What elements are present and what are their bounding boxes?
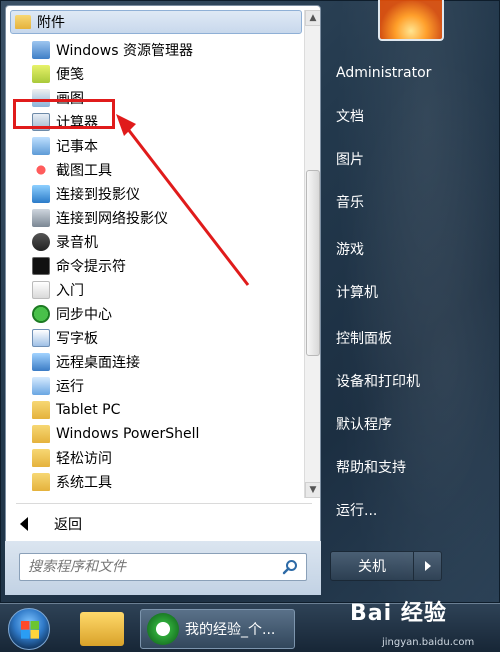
right-pane-item[interactable]: 控制面板 <box>336 326 392 350</box>
program-item-label: 远程桌面连接 <box>56 355 140 371</box>
program-item[interactable]: 命令提示符 <box>32 254 302 278</box>
right-pane-item[interactable]: 设备和打印机 <box>336 369 420 393</box>
program-item[interactable]: 入门 <box>32 278 302 302</box>
program-item-label: 截图工具 <box>56 163 112 179</box>
program-item-label: 轻松访问 <box>56 451 112 467</box>
program-item-label: 连接到网络投影仪 <box>56 211 168 227</box>
right-pane-item[interactable]: 音乐 <box>336 190 364 214</box>
baidu-watermark-url: jingyan.baidu.com <box>382 637 475 648</box>
program-item[interactable]: 系统工具 <box>32 470 302 494</box>
program-item[interactable]: Windows PowerShell <box>32 422 302 446</box>
remote-desktop-icon <box>32 353 50 371</box>
chevron-right-icon <box>424 561 431 571</box>
program-item[interactable]: 截图工具 <box>32 158 302 182</box>
explorer-icon <box>32 41 50 59</box>
program-item[interactable]: 运行 <box>32 374 302 398</box>
sync-center-icon <box>32 305 50 323</box>
program-item[interactable]: 写字板 <box>32 326 302 350</box>
shutdown-options-button[interactable] <box>414 551 442 581</box>
right-pane-item[interactable]: 文档 <box>336 104 364 128</box>
right-pane-item[interactable]: 计算机 <box>336 280 378 304</box>
back-label: 返回 <box>54 517 82 533</box>
browser-icon <box>147 613 179 645</box>
taskbar-browser-task[interactable]: 我的经验_个... <box>140 609 295 649</box>
taskbar-explorer-icon[interactable] <box>80 612 124 646</box>
program-item-label: 便笺 <box>56 67 84 83</box>
back-button[interactable]: 返回 <box>20 512 220 536</box>
program-item-label: 录音机 <box>56 235 98 251</box>
scroll-thumb[interactable] <box>306 170 320 356</box>
calculator-highlight-box <box>13 99 115 129</box>
taskbar: 我的经验_个... Bai 经验 jingyan.baidu.com <box>0 601 500 652</box>
program-item-label: 运行 <box>56 379 84 395</box>
search-icon[interactable] <box>282 559 298 575</box>
right-pane-item[interactable]: 运行... <box>336 498 377 522</box>
snipping-tool-icon <box>32 161 50 179</box>
right-pane-item[interactable]: 帮助和支持 <box>336 455 406 479</box>
wordpad-icon <box>32 329 50 347</box>
program-item-label: Tablet PC <box>56 402 121 418</box>
projector-icon <box>32 185 50 203</box>
folder-icon <box>15 15 31 29</box>
program-item-label: 同步中心 <box>56 307 112 323</box>
right-pane-item[interactable]: Administrator <box>336 61 431 85</box>
folder-icon <box>32 401 50 419</box>
program-item[interactable]: 连接到投影仪 <box>32 182 302 206</box>
program-item[interactable]: Tablet PC <box>32 398 302 422</box>
program-item[interactable]: 记事本 <box>32 134 302 158</box>
microphone-icon <box>32 233 50 251</box>
program-item[interactable]: 便笺 <box>32 62 302 86</box>
scroll-down-button[interactable]: ▼ <box>305 482 320 498</box>
windows-logo-icon <box>21 621 39 639</box>
program-item[interactable]: 轻松访问 <box>32 446 302 470</box>
program-item-label: Windows PowerShell <box>56 426 200 442</box>
taskbar-task-label: 我的经验_个... <box>185 622 276 638</box>
start-button[interactable] <box>8 608 50 650</box>
command-prompt-icon <box>32 257 50 275</box>
accessories-folder-header[interactable]: 附件 <box>10 10 302 34</box>
program-item-label: 记事本 <box>56 139 98 155</box>
program-item-label: Windows 资源管理器 <box>56 43 193 59</box>
user-picture[interactable] <box>378 0 444 41</box>
search-area <box>5 541 321 595</box>
program-item-label: 连接到投影仪 <box>56 187 140 203</box>
program-item-label: 系统工具 <box>56 475 112 491</box>
start-menu: 附件 Windows 资源管理器 便笺 画图 计算器 记事本 截图工具 连接到投影仪 连接到网… <box>0 0 500 603</box>
right-pane-item[interactable]: 图片 <box>336 147 364 171</box>
baidu-watermark: Bai 经验 <box>350 601 447 626</box>
folder-icon <box>32 473 50 491</box>
programs-pane: 附件 Windows 资源管理器 便笺 画图 计算器 记事本 截图工具 连接到投影仪 连接到网… <box>5 5 321 595</box>
program-item-label: 写字板 <box>56 331 98 347</box>
folder-icon <box>32 425 50 443</box>
program-item[interactable]: 连接到网络投影仪 <box>32 206 302 230</box>
program-item[interactable]: Windows 资源管理器 <box>32 38 302 62</box>
folder-icon <box>32 449 50 467</box>
getting-started-icon <box>32 281 50 299</box>
notepad-icon <box>32 137 50 155</box>
program-item-label: 入门 <box>56 283 84 299</box>
sticky-note-icon <box>32 65 50 83</box>
right-pane-item[interactable]: 默认程序 <box>336 412 392 436</box>
shutdown-button[interactable]: 关机 <box>330 551 414 581</box>
program-list-scrollbar[interactable]: ▲ ▼ <box>304 10 320 498</box>
right-pane-item[interactable]: 游戏 <box>336 237 364 261</box>
run-icon <box>32 377 50 395</box>
program-item[interactable]: 录音机 <box>32 230 302 254</box>
search-box[interactable] <box>19 553 307 581</box>
back-arrow-icon <box>20 517 28 531</box>
folder-header-label: 附件 <box>37 15 65 31</box>
program-item[interactable]: 同步中心 <box>32 302 302 326</box>
pane-divider <box>16 503 312 504</box>
program-item[interactable]: 远程桌面连接 <box>32 350 302 374</box>
program-item-label: 命令提示符 <box>56 259 126 275</box>
network-projector-icon <box>32 209 50 227</box>
scroll-up-button[interactable]: ▲ <box>305 10 320 26</box>
search-input[interactable] <box>28 559 268 575</box>
